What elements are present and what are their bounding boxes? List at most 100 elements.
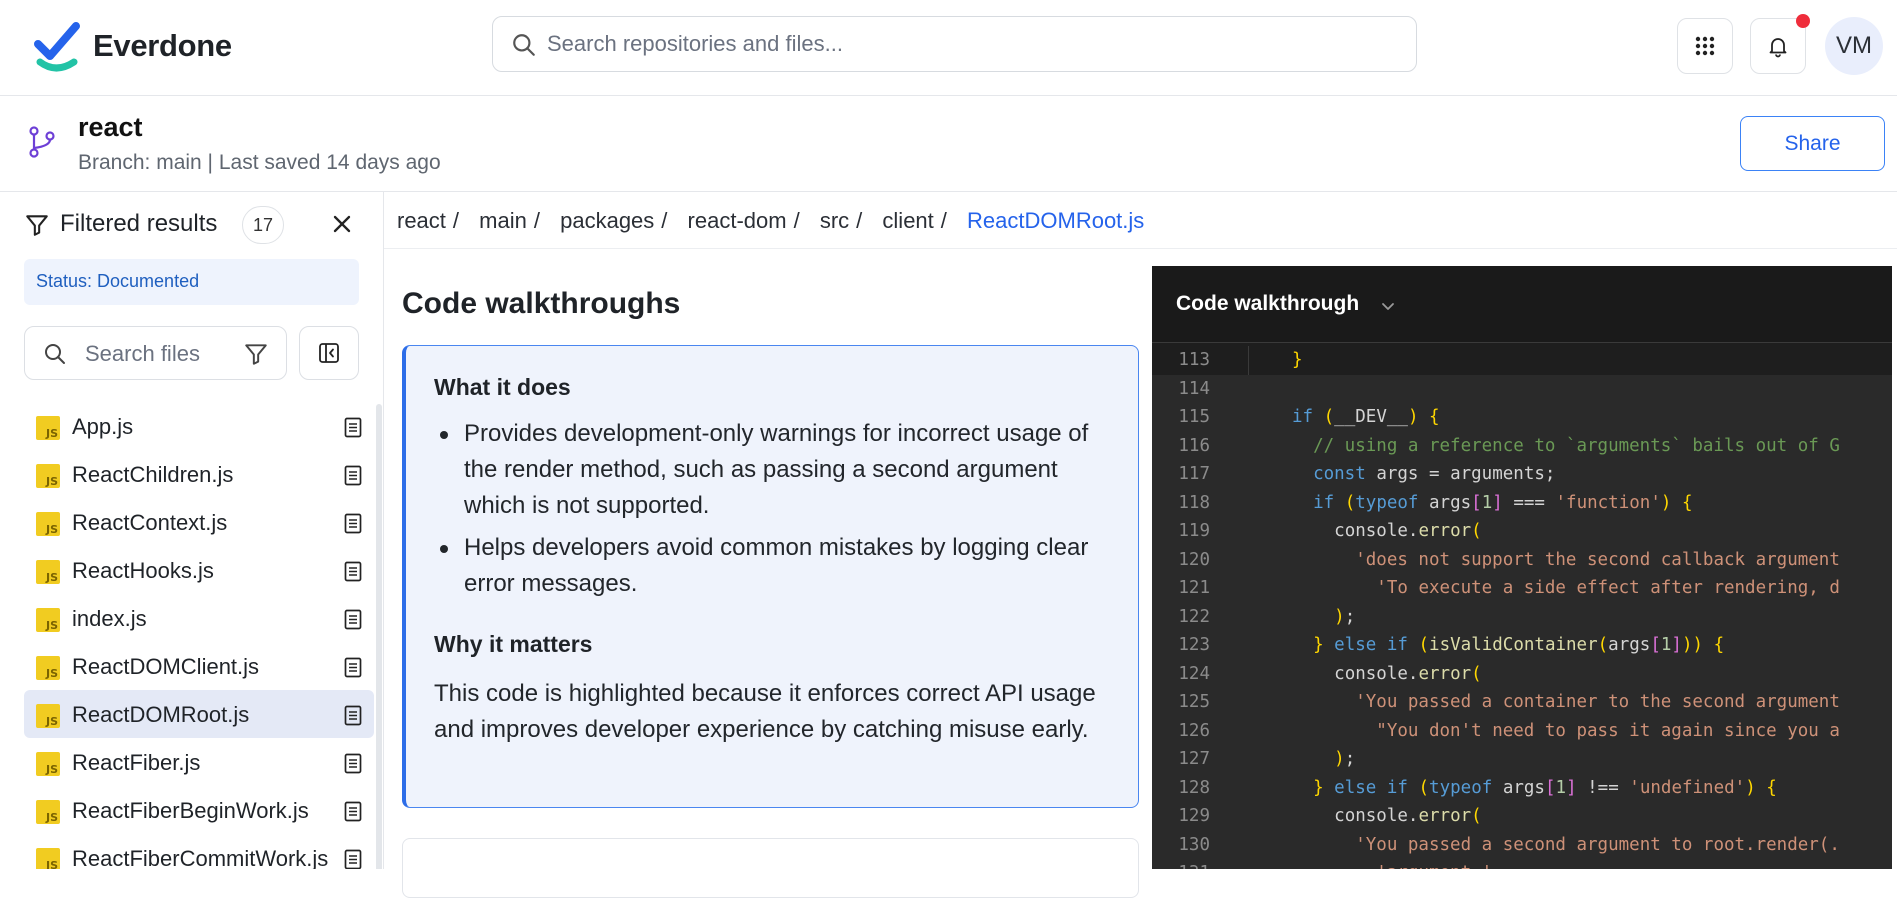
list-item: Helps developers avoid common mistakes b… [434,530,1124,602]
line-number: 116 [1178,435,1210,456]
file-item-active[interactable]: JS ReactDOMRoot.js [24,690,374,738]
file-search-input[interactable] [85,337,235,371]
filter-icon[interactable] [243,341,269,367]
file-item[interactable]: JS ReactContext.js [24,498,374,546]
results-count-badge: 17 [242,206,284,244]
code-line: 129 console.error( [1152,802,1892,831]
line-number: 130 [1178,834,1210,855]
file-item[interactable]: JS ReactFiberCommitWork.js [24,834,374,869]
document-icon [344,465,362,486]
why-it-matters-text: This code is highlighted because it enfo… [434,680,1096,743]
code-text: } else if (isValidContainer(args[1])) { [1313,635,1725,655]
line-number: 124 [1178,663,1210,684]
code-line: 124 console.error( [1152,659,1892,688]
repo-name: react [78,112,143,142]
js-file-icon: JS [36,464,60,488]
line-number: 122 [1178,606,1210,627]
file-item[interactable]: JS App.js [24,402,374,450]
code-line: 128 } else if (typeof args[1] !== 'undef… [1152,773,1892,802]
file-name: ReactContext.js [72,510,228,535]
file-item[interactable]: JS ReactFiberBeginWork.js [24,786,374,834]
top-bar: Everdone VM [0,0,1897,96]
apps-grid-icon [1695,36,1715,56]
code-panel-header[interactable]: Code walkthrough [1152,266,1892,343]
breadcrumb-item[interactable]: src [820,208,849,233]
search-icon [513,34,535,56]
sidebar-collapse-icon [319,343,339,363]
code-text: ); [1334,606,1356,627]
file-name: ReactDOMRoot.js [72,702,250,727]
code-line: 114 [1152,374,1892,403]
file-name: ReactFiberBeginWork.js [72,798,309,823]
file-item[interactable]: JS index.js [24,594,374,642]
breadcrumb-item[interactable]: react-dom [688,208,787,233]
branch-icon [29,126,55,158]
walkthrough-card[interactable]: What it does Provides development-only w… [402,345,1139,808]
js-file-icon: JS [36,608,60,632]
code-text: 'To execute a side effect after renderin… [1376,578,1840,598]
document-icon [344,753,362,774]
apps-grid-button[interactable] [1677,18,1733,74]
filtered-results-title: Filtered results [60,210,218,237]
code-text: console.error( [1334,806,1482,826]
line-number: 129 [1178,806,1210,826]
js-file-icon: JS [36,416,60,440]
breadcrumb-current: ReactDOMRoot.js [967,208,1145,233]
close-icon[interactable] [328,210,356,238]
code-line: 116 // using a reference to `arguments` … [1152,431,1892,460]
code-line: 115 if (__DEV__) { [1152,403,1892,432]
code-text: ); [1334,749,1356,769]
search-icon [45,344,65,364]
code-line: 130 'You passed a second argument to roo… [1152,830,1892,859]
line-number: 118 [1178,492,1210,513]
line-number: 127 [1178,749,1210,769]
code-line: 125 'You passed a container to the secon… [1152,688,1892,717]
js-file-icon: JS [36,800,60,824]
file-item[interactable]: JS ReactHooks.js [24,546,374,594]
line-number: 123 [1178,635,1210,655]
line-number: 121 [1178,578,1210,598]
file-name: index.js [72,606,147,631]
line-number: 131 [1152,863,1210,869]
code-text: console.error( [1334,663,1482,684]
code-text: 'does not support the second callback ar… [1355,549,1840,570]
global-search[interactable] [492,16,1417,72]
line-number: 126 [1178,720,1210,741]
line-number: 113 [1178,350,1210,370]
walkthrough-card-next[interactable] [402,838,1139,898]
file-item[interactable]: JS ReactDOMClient.js [24,642,374,690]
file-item[interactable]: JS ReactFiber.js [24,738,374,786]
file-item[interactable]: JS ReactChildren.js [24,450,374,498]
code-line: 123 } else if (isValidContainer(args[1])… [1152,631,1892,660]
js-file-icon: JS [36,848,60,869]
code-text: 'argument.' [1292,863,1492,869]
file-name: ReactFiber.js [72,750,201,775]
code-text: } else if (typeof args[1] !== 'undefined… [1313,777,1777,798]
breadcrumb-item[interactable]: client [882,208,933,233]
share-button[interactable]: Share [1740,116,1885,171]
document-icon [344,561,362,582]
code-text: if (__DEV__) { [1292,407,1440,427]
document-icon [344,705,362,726]
line-number: 114 [1178,378,1210,399]
file-search[interactable] [24,326,287,380]
repo-header: react Branch: main | Last saved 14 days … [0,96,1897,192]
line-number: 128 [1178,777,1210,798]
file-list: JS App.js JS ReactChildren.js JS ReactConte… [24,402,374,869]
breadcrumb-item[interactable]: react [397,208,446,233]
document-icon [344,609,362,630]
status-filter-chip[interactable]: Status: Documented [24,259,359,305]
sidebar-scrollbar[interactable] [376,404,382,869]
code-line: 121 'To execute a side effect after rend… [1152,574,1892,603]
app-name[interactable]: Everdone [93,28,232,64]
user-avatar[interactable]: VM [1825,17,1883,75]
collapse-sidebar-button[interactable] [299,326,359,380]
chevron-down-icon[interactable] [1380,298,1396,314]
code-line: 131 'argument.' [1152,859,1892,869]
breadcrumb-item[interactable]: main [479,208,527,233]
global-search-input[interactable] [547,25,1387,63]
breadcrumb-item[interactable]: packages [560,208,654,233]
line-number: 115 [1178,407,1210,427]
file-name: ReactDOMClient.js [72,654,260,679]
document-icon [344,417,362,438]
